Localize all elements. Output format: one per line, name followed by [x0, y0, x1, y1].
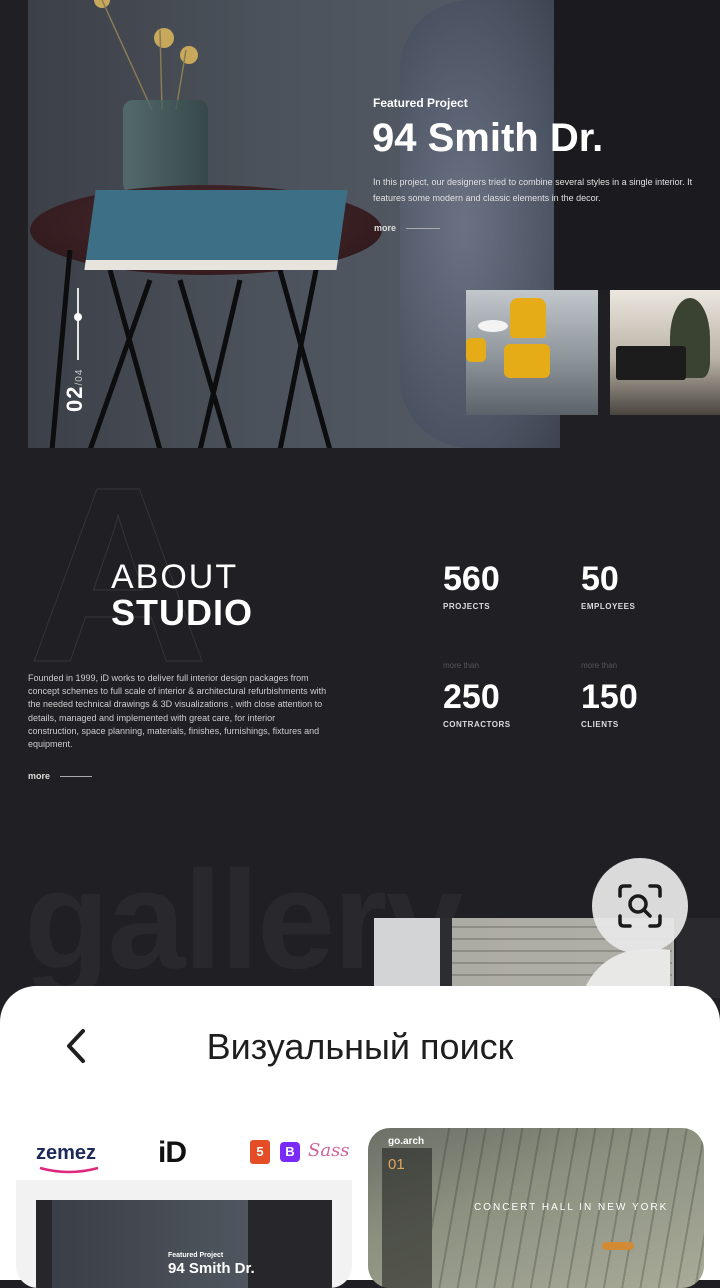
more-line: [406, 227, 441, 229]
stat-contractors: more than 250 CONTRACTORS: [443, 661, 511, 729]
visual-search-icon: [618, 884, 662, 928]
stat-label: CONTRACTORS: [443, 720, 511, 729]
id-logo: iD: [158, 1136, 187, 1169]
brand-label: zemez: [36, 1142, 97, 1164]
result-card[interactable]: zemez iD 5 B Sass Featured Project 94 Sm…: [16, 1128, 352, 1288]
stat-number: 50: [581, 560, 619, 598]
result-card[interactable]: go.arch 01 CONCERT HALL IN NEW YORK: [368, 1128, 704, 1288]
zemez-underline: [39, 1166, 99, 1174]
stat-number: 250: [443, 678, 500, 716]
visual-search-button[interactable]: [592, 858, 688, 954]
slide-total: /04: [74, 368, 85, 386]
stat-prefix: more than: [443, 661, 480, 670]
slide-current: 02: [62, 385, 87, 412]
chair: [510, 298, 546, 338]
more-label: more: [28, 771, 51, 781]
chair: [466, 338, 486, 362]
more-label: more: [374, 223, 397, 233]
chair: [504, 344, 550, 378]
slide-counter: 02/04: [62, 369, 88, 412]
card-cta-button: [602, 1242, 634, 1250]
featured-label: Featured Project: [373, 96, 468, 110]
sheet-title: Визуальный поиск: [206, 1026, 514, 1067]
html5-icon: 5: [250, 1140, 270, 1164]
sass-icon: Sass: [308, 1140, 350, 1161]
brand-zemez: zemez: [36, 1142, 96, 1165]
stat-prefix: more than: [581, 661, 618, 670]
card-featured-label: Featured Project: [168, 1252, 224, 1259]
pager-line: [77, 288, 79, 360]
stat-label: CLIENTS: [581, 720, 619, 729]
more-line: [60, 775, 93, 777]
book: [84, 190, 348, 270]
thumbnail-yellow-chairs[interactable]: [466, 290, 598, 415]
project-title: 94 Smith Dr.: [372, 116, 604, 160]
about-description: Founded in 1999, iD works to deliver ful…: [28, 673, 327, 750]
table-legs: [49, 250, 333, 448]
sofa: [616, 346, 686, 380]
table: [478, 320, 508, 332]
project-description: In this project, our designers tried to …: [373, 177, 693, 203]
stat-clients: more than 150 CLIENTS: [581, 661, 638, 729]
stat-label: EMPLOYEES: [581, 602, 636, 611]
stat-label: PROJECTS: [443, 602, 491, 611]
pager-dot[interactable]: [74, 313, 82, 321]
card-project-title: CONCERT HALL IN NEW YORK: [474, 1202, 669, 1213]
stat-number: 560: [443, 560, 500, 598]
thumbnail-living-room[interactable]: [610, 290, 720, 415]
bootstrap-icon: B: [280, 1142, 300, 1162]
about-heading-line2: STUDIO: [111, 592, 254, 633]
stat-number: 150: [581, 678, 638, 716]
hero-more-link[interactable]: more: [374, 223, 441, 233]
stat-projects: 560 PROJECTS: [443, 562, 500, 611]
about-more-link[interactable]: more: [28, 771, 93, 781]
slide-number: 01: [388, 1156, 405, 1173]
card-project-title: 94 Smith Dr.: [168, 1260, 255, 1277]
stat-employees: 50 EMPLOYEES: [581, 562, 635, 611]
brand-goarch: go.arch: [388, 1136, 425, 1147]
